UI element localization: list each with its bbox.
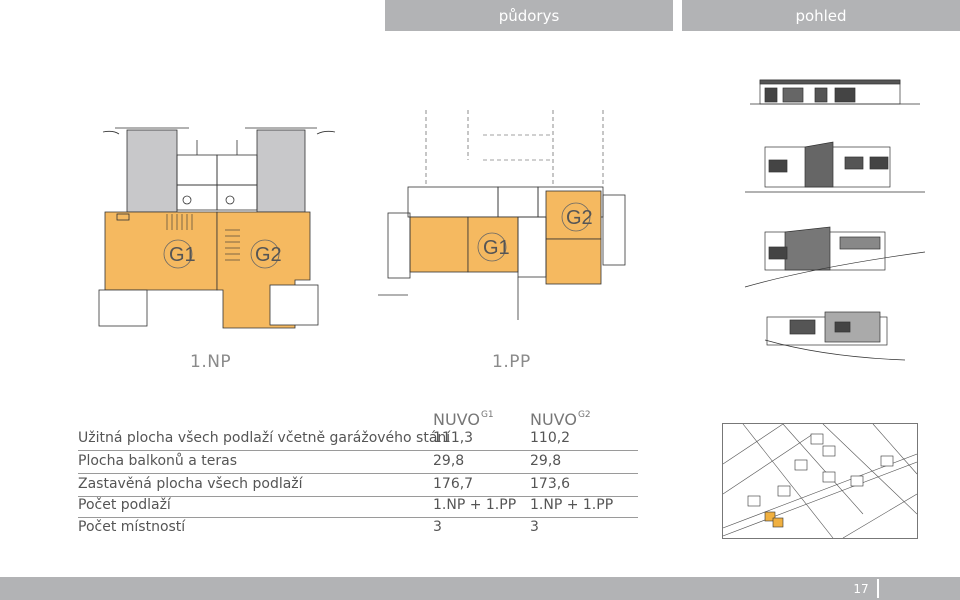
floor-plan-1np: G1 G2 <box>98 127 336 329</box>
row-value-g2: 3 <box>530 519 539 535</box>
site-map <box>722 423 918 539</box>
row-label: Zastavěná plocha všech podlaží <box>78 476 303 492</box>
row-value-g2: 29,8 <box>530 453 562 469</box>
table-row: Plocha balkonů a teras 29,8 29,8 <box>78 451 638 474</box>
site-map-drawing <box>723 424 917 538</box>
row-value-g2: 173,6 <box>530 476 571 492</box>
page-number-divider <box>877 579 879 598</box>
row-label: Počet podlaží <box>78 497 171 513</box>
footer-bar <box>0 577 960 600</box>
row-label: Počet místností <box>78 519 186 535</box>
row-value-g1: 176,7 <box>433 476 474 492</box>
row-label: Užitná plocha všech podlaží včetně garáž… <box>78 430 451 446</box>
elevation-views <box>744 79 926 361</box>
table-row: Počet místností 3 3 <box>78 517 638 539</box>
row-value-g1: 3 <box>433 519 442 535</box>
col1-head-text: NUVO <box>433 410 480 429</box>
page-number: 17 <box>853 581 869 596</box>
room-tag-g2-np: G2 <box>255 244 282 266</box>
room-tag-g1-np: G1 <box>169 244 196 266</box>
table-row: Zastavěná plocha všech podlaží 176,7 173… <box>78 474 638 497</box>
floor-label-1np: 1.NP <box>190 352 232 372</box>
row-value-g1: 111,3 <box>433 430 474 446</box>
table-col1-head: NUVOG1 <box>433 410 494 429</box>
row-label: Plocha balkonů a teras <box>78 453 237 469</box>
tab-pudorys-label: půdorys <box>498 6 560 25</box>
floor-label-1pp: 1.PP <box>492 352 531 372</box>
floor-plan-1pp: G1 G2 <box>378 110 626 320</box>
row-value-g2: 1.NP + 1.PP <box>530 497 614 513</box>
table-col2-head: NUVOG2 <box>530 410 591 429</box>
tab-pohled[interactable]: pohled <box>682 0 960 31</box>
tab-pohled-label: pohled <box>795 6 847 25</box>
tab-pudorys[interactable]: půdorys <box>385 0 673 31</box>
row-value-g1: 29,8 <box>433 453 465 469</box>
row-value-g1: 1.NP + 1.PP <box>433 497 517 513</box>
col2-head-sup: G2 <box>577 409 591 420</box>
row-value-g2: 110,2 <box>530 430 571 446</box>
table-row: Užitná plocha všech podlaží včetně garáž… <box>78 428 638 451</box>
room-tag-g1-pp: G1 <box>483 237 510 259</box>
table-row: Počet podlaží 1.NP + 1.PP 1.NP + 1.PP <box>78 495 638 518</box>
col2-head-text: NUVO <box>530 410 577 429</box>
col1-head-sup: G1 <box>480 409 494 420</box>
room-tag-g2-pp: G2 <box>566 207 593 229</box>
